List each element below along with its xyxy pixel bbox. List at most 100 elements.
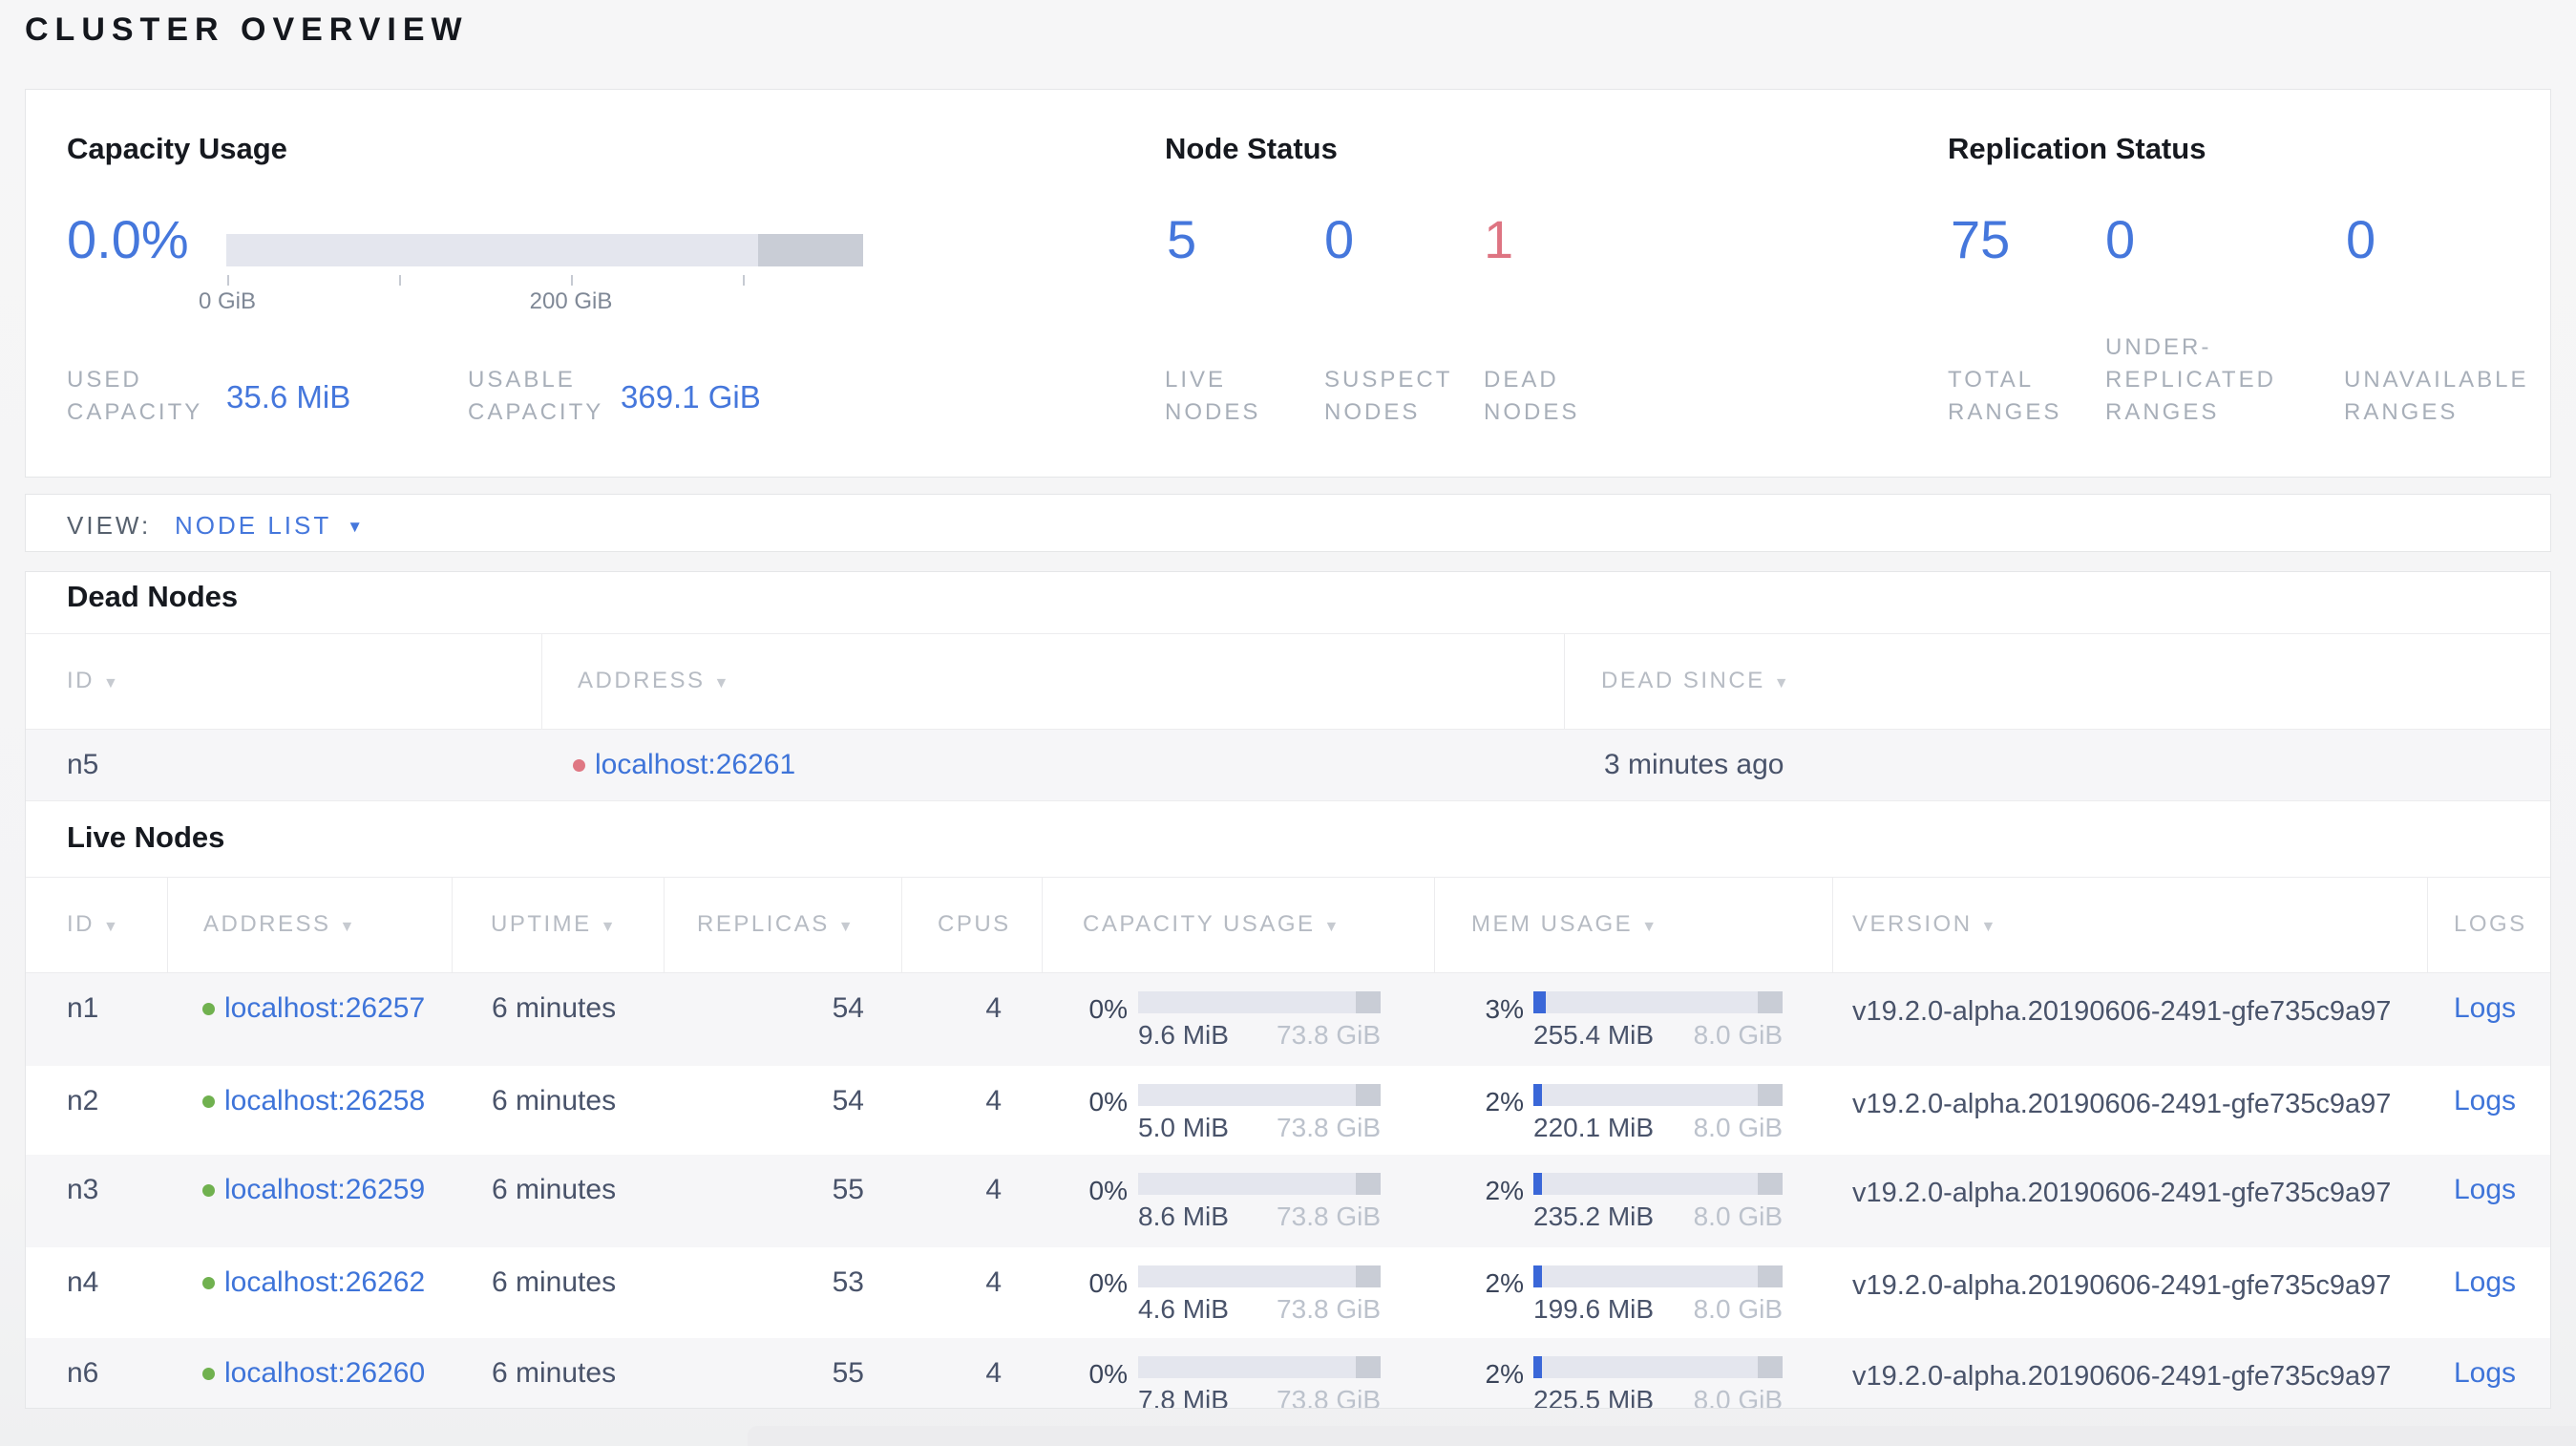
logs-link[interactable]: Logs bbox=[2454, 1085, 2516, 1116]
mem-minibar-endcap bbox=[1758, 1173, 1783, 1195]
capacity-total: 73.8 GiB bbox=[1277, 1294, 1381, 1324]
cell-address: localhost:26257 bbox=[202, 992, 425, 1025]
dead-col-header-address[interactable]: ADDRESS ▼ bbox=[578, 668, 731, 694]
suspect-nodes-label: SUSPECT NODES bbox=[1324, 367, 1453, 425]
mem-total: 8.0 GiB bbox=[1693, 1020, 1783, 1050]
cell-uptime: 6 minutes bbox=[492, 1266, 617, 1298]
mem-minibar-fill bbox=[1533, 1084, 1542, 1106]
dead-nodes-rows: n5 localhost:26261 3 minutes ago bbox=[26, 730, 2550, 800]
live-nodes-rows: n1 localhost:26257 6 minutes 54 4 0% 9.6… bbox=[26, 973, 2550, 1409]
mem-pct: 2% bbox=[1485, 1359, 1524, 1389]
live-nodes-label: LIVE NODES bbox=[1165, 367, 1261, 425]
under-replicated-count: 0 bbox=[2105, 209, 2136, 269]
capacity-minibar-endcap bbox=[1356, 1084, 1381, 1106]
divider bbox=[26, 877, 2550, 878]
capacity-used: 8.6 MiB bbox=[1138, 1201, 1229, 1231]
live-col-header-id[interactable]: ID ▼ bbox=[67, 911, 120, 938]
sort-arrow-icon: ▼ bbox=[1773, 675, 1792, 691]
mem-pct: 2% bbox=[1485, 1176, 1524, 1205]
mem-minibar bbox=[1533, 1173, 1783, 1195]
cell-version: v19.2.0-alpha.20190606-2491-gfe735c9a97 bbox=[1852, 1361, 2392, 1392]
mem-minibar bbox=[1533, 1265, 1783, 1287]
dead-nodes-section-title: Dead Nodes bbox=[67, 580, 239, 613]
live-col-header-uptime[interactable]: UPTIME ▼ bbox=[491, 911, 618, 938]
view-dropdown[interactable]: NODE LIST ▼ bbox=[175, 511, 366, 541]
logs-link[interactable]: Logs bbox=[2454, 1174, 2516, 1205]
capacity-bar-endcap bbox=[758, 234, 863, 266]
capacity-used: 7.8 MiB bbox=[1138, 1385, 1229, 1409]
cell-uptime: 6 minutes bbox=[492, 1357, 617, 1389]
cell-uptime: 6 minutes bbox=[492, 1085, 617, 1116]
divider bbox=[26, 633, 2550, 634]
axis-tick bbox=[399, 275, 401, 286]
mem-minibar bbox=[1533, 991, 1783, 1013]
cell-uptime: 6 minutes bbox=[492, 992, 617, 1024]
dead-nodes-count: 1 bbox=[1484, 209, 1514, 269]
live-col-header-version[interactable]: VERSION ▼ bbox=[1852, 911, 1998, 938]
mem-minibar bbox=[1533, 1084, 1783, 1106]
live-status-dot-icon bbox=[202, 1184, 215, 1197]
capacity-total: 73.8 GiB bbox=[1277, 1020, 1381, 1050]
live-status-dot-icon bbox=[202, 1003, 215, 1015]
mem-minibar-fill bbox=[1533, 991, 1546, 1013]
summary-panel: Capacity Usage 0.0% 0 GiB 200 GiB USED C… bbox=[25, 89, 2551, 478]
sort-arrow-icon: ▼ bbox=[339, 919, 357, 935]
sort-arrow-icon: ▼ bbox=[103, 919, 121, 935]
capacity-minibar bbox=[1138, 1265, 1381, 1287]
total-ranges-label: TOTAL RANGES bbox=[1948, 367, 2062, 425]
logs-link[interactable]: Logs bbox=[2454, 1266, 2516, 1298]
cell-dead-since: 3 minutes ago bbox=[1604, 749, 1784, 780]
capacity-used: 9.6 MiB bbox=[1138, 1020, 1229, 1050]
cell-logs: Logs bbox=[2454, 1174, 2516, 1206]
sort-arrow-icon: ▼ bbox=[103, 675, 121, 691]
capacity-total: 73.8 GiB bbox=[1277, 1113, 1381, 1142]
logs-link[interactable]: Logs bbox=[2454, 1357, 2516, 1389]
total-ranges-count: 75 bbox=[1951, 209, 2011, 269]
dead-col-header-id[interactable]: ID ▼ bbox=[67, 668, 120, 694]
capacity-usage-title: Capacity Usage bbox=[67, 132, 287, 165]
capacity-minibar bbox=[1138, 1356, 1381, 1378]
node-address-link[interactable]: localhost:26259 bbox=[224, 1174, 425, 1205]
live-col-header-mem-usage[interactable]: MEM USAGE ▼ bbox=[1471, 911, 1659, 938]
capacity-minibar-endcap bbox=[1356, 991, 1381, 1013]
capacity-total: 73.8 GiB bbox=[1277, 1201, 1381, 1231]
cell-id: n3 bbox=[67, 1174, 99, 1205]
cell-address: localhost:26259 bbox=[202, 1174, 425, 1206]
live-col-header-replicas[interactable]: REPLICAS ▼ bbox=[697, 911, 855, 938]
cell-version: v19.2.0-alpha.20190606-2491-gfe735c9a97 bbox=[1852, 996, 2392, 1027]
node-address-link[interactable]: localhost:26261 bbox=[595, 749, 795, 780]
node-address-link[interactable]: localhost:26262 bbox=[224, 1266, 425, 1298]
cell-address: localhost:26258 bbox=[202, 1085, 425, 1117]
axis-tick bbox=[743, 275, 745, 286]
node-address-link[interactable]: localhost:26260 bbox=[224, 1357, 425, 1389]
cell-logs: Logs bbox=[2454, 1085, 2516, 1117]
mem-pct: 3% bbox=[1485, 994, 1524, 1024]
capacity-pct: 0% bbox=[1088, 1176, 1128, 1205]
axis-tick-label-0: 0 GiB bbox=[198, 288, 257, 314]
cell-id: n4 bbox=[67, 1266, 99, 1298]
sort-arrow-icon: ▼ bbox=[1323, 919, 1341, 935]
mem-minibar bbox=[1533, 1356, 1783, 1378]
live-col-header-capacity-usage[interactable]: CAPACITY USAGE ▼ bbox=[1083, 911, 1341, 938]
mem-used: 235.2 MiB bbox=[1533, 1201, 1655, 1231]
mem-minibar-endcap bbox=[1758, 1356, 1783, 1378]
mem-total: 8.0 GiB bbox=[1693, 1113, 1783, 1142]
dead-col-header-dead-since[interactable]: DEAD SINCE ▼ bbox=[1601, 668, 1791, 694]
unavailable-count: 0 bbox=[2346, 209, 2376, 269]
capacity-minibar bbox=[1138, 1173, 1381, 1195]
node-address-link[interactable]: localhost:26257 bbox=[224, 992, 425, 1024]
view-bar: VIEW: NODE LIST ▼ bbox=[25, 494, 2551, 552]
sort-arrow-icon: ▼ bbox=[713, 675, 731, 691]
node-address-link[interactable]: localhost:26258 bbox=[224, 1085, 425, 1116]
cell-address: localhost:26260 bbox=[202, 1357, 425, 1390]
cell-replicas: 55 bbox=[832, 1357, 864, 1389]
capacity-bar bbox=[226, 234, 863, 266]
cell-uptime: 6 minutes bbox=[492, 1174, 617, 1205]
live-col-header-address[interactable]: ADDRESS ▼ bbox=[203, 911, 357, 938]
cell-address: localhost:26262 bbox=[202, 1266, 425, 1299]
cell-replicas: 54 bbox=[832, 992, 864, 1024]
cell-version: v19.2.0-alpha.20190606-2491-gfe735c9a97 bbox=[1852, 1089, 2392, 1119]
mem-total: 8.0 GiB bbox=[1693, 1294, 1783, 1324]
usable-capacity-value: 369.1 GiB bbox=[621, 379, 761, 415]
logs-link[interactable]: Logs bbox=[2454, 992, 2516, 1024]
